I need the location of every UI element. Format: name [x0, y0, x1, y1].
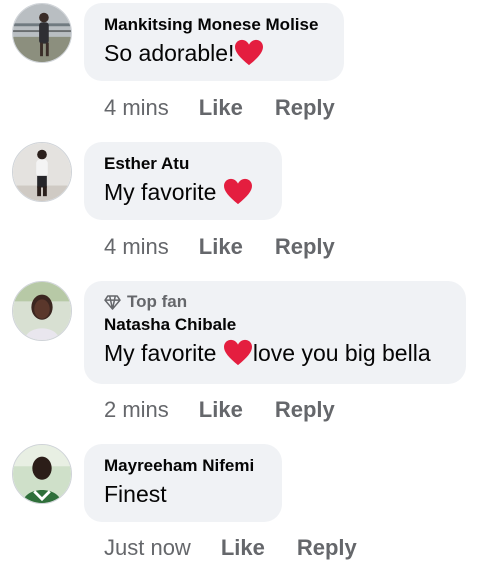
like-button[interactable]: Like: [199, 397, 243, 423]
comment-actions: 2 mins Like Reply: [104, 395, 367, 425]
comment-text: My favorite: [104, 176, 262, 208]
comment-time[interactable]: 4 mins: [104, 95, 169, 121]
reply-button[interactable]: Reply: [275, 397, 335, 423]
like-button[interactable]: Like: [199, 95, 243, 121]
reply-button[interactable]: Reply: [275, 95, 335, 121]
comment-actions: 4 mins Like Reply: [104, 93, 367, 123]
reply-button[interactable]: Reply: [275, 234, 335, 260]
comment-bubble: Top fan Natasha Chibale My favorite love…: [84, 281, 466, 384]
reply-button[interactable]: Reply: [297, 535, 357, 561]
comment-bubble: Esther Atu My favorite: [84, 142, 282, 220]
comment-actions: 4 mins Like Reply: [104, 232, 367, 262]
like-button[interactable]: Like: [199, 234, 243, 260]
red-heart-emoji-icon: [223, 339, 252, 366]
comment-text-part: So adorable!: [104, 40, 235, 66]
comment-text-part: love you big bella: [252, 340, 431, 366]
avatar[interactable]: [12, 281, 72, 341]
commenter-name[interactable]: Natasha Chibale: [104, 313, 446, 337]
comment-text: My favorite love you big bella: [104, 337, 446, 369]
commenter-name[interactable]: Mankitsing Monese Molise: [104, 13, 324, 37]
red-heart-emoji-icon: [235, 39, 264, 66]
avatar-photo: [13, 143, 71, 201]
avatar-photo: [13, 4, 71, 62]
avatar-photo: [13, 445, 71, 503]
red-heart-emoji-icon: [223, 178, 252, 205]
avatar-photo: [13, 282, 71, 340]
diamond-icon: [104, 294, 121, 310]
comment-text: Finest: [104, 478, 262, 510]
badge-label: Top fan: [127, 292, 188, 311]
comment-actions: Just now Like Reply: [104, 533, 389, 563]
comment-text-part: My favorite: [104, 340, 223, 366]
commenter-name[interactable]: Mayreeham Nifemi: [104, 454, 262, 478]
avatar[interactable]: [12, 444, 72, 504]
comment-text-part: Finest: [104, 481, 167, 507]
avatar[interactable]: [12, 3, 72, 63]
like-button[interactable]: Like: [221, 535, 265, 561]
comment-time[interactable]: 4 mins: [104, 234, 169, 260]
comment-time[interactable]: 2 mins: [104, 397, 169, 423]
comment-bubble: Mankitsing Monese Molise So adorable!: [84, 3, 344, 81]
top-fan-badge: Top fan: [104, 291, 446, 313]
commenter-name[interactable]: Esther Atu: [104, 152, 262, 176]
comment-text-part: My favorite: [104, 179, 223, 205]
comment-text: So adorable!: [104, 37, 324, 69]
comment-time[interactable]: Just now: [104, 535, 191, 561]
comment-bubble: Mayreeham Nifemi Finest: [84, 444, 282, 522]
avatar[interactable]: [12, 142, 72, 202]
